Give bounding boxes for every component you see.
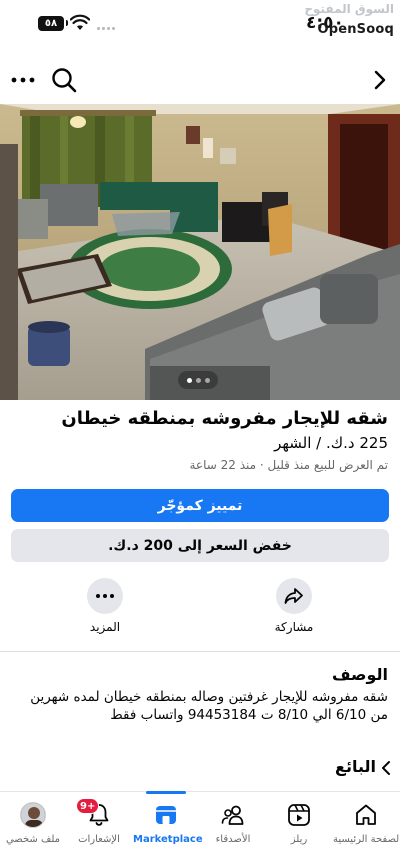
more-action[interactable]: المزيد xyxy=(65,578,145,638)
notifications-badge: 9+ xyxy=(76,798,100,814)
reduce-price-button[interactable]: خفض السعر إلى 200 د.ك. xyxy=(11,529,389,562)
listing-time: تم العرض للبيع منذ قليل · منذ 22 ساعة xyxy=(189,458,388,472)
chevron-right-icon[interactable] xyxy=(370,68,390,92)
status-bar: ٥٨ السوق المفتوح ٤:٥٠ OpenSooq xyxy=(0,0,400,52)
description-text: شقه مفروشه للإيجار غرفتين وصاله بمنطقه خ… xyxy=(30,689,388,723)
more-dots-icon xyxy=(87,578,123,614)
tab-home[interactable]: الصفحة الرئيسية xyxy=(333,802,400,845)
friends-icon xyxy=(221,805,244,825)
wifi-icon xyxy=(70,14,90,30)
search-icon[interactable] xyxy=(50,66,78,94)
marketplace-store-icon xyxy=(156,806,176,824)
carousel-dot-3 xyxy=(204,377,210,383)
carousel-dot-2 xyxy=(195,377,201,383)
section-divider xyxy=(0,651,400,652)
share-action[interactable]: مشاركة xyxy=(254,578,334,638)
listing-photo[interactable] xyxy=(0,104,400,400)
listing-title: شقه للإيجار مفروشه بمنطقه خيطان xyxy=(61,408,388,429)
tab-profile[interactable]: ملف شخصي xyxy=(0,802,66,845)
tab-notifications[interactable]: 9+ الإشعارات xyxy=(66,798,132,845)
tab-notifications-label: الإشعارات xyxy=(78,834,120,845)
tab-reels-label: ريلز xyxy=(290,834,308,845)
tab-marketplace[interactable]: Marketplace xyxy=(133,791,203,845)
tab-friends[interactable]: الأصدقاء xyxy=(200,802,266,845)
tab-marketplace-label: Marketplace xyxy=(133,834,203,845)
tab-home-label: الصفحة الرئيسية xyxy=(333,834,400,845)
avatar xyxy=(20,802,46,828)
brand-watermark: OpenSooq xyxy=(317,22,394,37)
battery-level: ٥٨ xyxy=(44,18,58,29)
chevron-left-icon[interactable] xyxy=(380,760,392,776)
boost-listing-button[interactable]: تمييز كمؤجّر xyxy=(11,489,389,522)
apartment-photo-illustration xyxy=(0,104,400,400)
reels-icon xyxy=(288,804,310,826)
tab-profile-label: ملف شخصي xyxy=(5,834,61,845)
top-navigation xyxy=(0,58,400,102)
bottom-tab-bar: ملف شخصي 9+ الإشعارات Marketplace الأصدق… xyxy=(0,791,400,867)
home-icon xyxy=(356,804,376,825)
photo-carousel-indicator[interactable] xyxy=(178,371,218,389)
listing-price: 225 د.ك. / الشهر xyxy=(274,434,388,452)
signal-icon xyxy=(97,27,115,30)
share-label: مشاركة xyxy=(274,620,314,634)
more-options-icon[interactable] xyxy=(10,68,36,92)
description-heading: الوصف xyxy=(331,665,388,684)
carousel-dot-1 xyxy=(186,377,192,383)
tab-friends-label: الأصدقاء xyxy=(215,834,251,845)
tab-reels[interactable]: ريلز xyxy=(266,802,332,845)
share-icon xyxy=(276,578,312,614)
seller-heading[interactable]: البائع xyxy=(335,757,376,776)
more-label: المزيد xyxy=(89,620,121,634)
battery-icon: ٥٨ xyxy=(38,16,68,31)
